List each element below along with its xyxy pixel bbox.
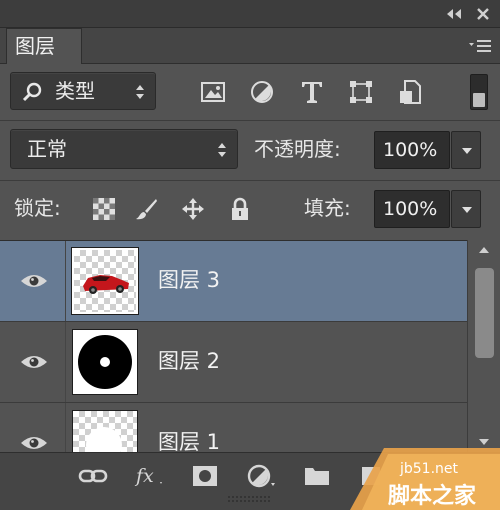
- visibility-cell[interactable]: [0, 241, 66, 321]
- layer-name[interactable]: 图层 3: [158, 265, 220, 295]
- up-down-arrows-icon: [136, 85, 144, 99]
- white-shape-thumbnail: [86, 427, 122, 452]
- watermark-url: jb51.net: [400, 461, 459, 477]
- svg-text:fx: fx: [134, 465, 154, 487]
- eye-icon[interactable]: [20, 434, 48, 452]
- divider: [0, 180, 500, 181]
- layer-row[interactable]: 图层 2: [0, 322, 467, 403]
- visibility-cell[interactable]: [0, 403, 66, 452]
- blend-mode-label: 正常: [27, 137, 67, 161]
- layer-filter-row: 类型: [0, 64, 500, 120]
- black-ring-thumbnail: [78, 335, 132, 389]
- fill-input[interactable]: 100%: [374, 190, 450, 228]
- adjustment-layer-icon[interactable]: [246, 463, 276, 489]
- collapse-panel-icon[interactable]: [444, 7, 464, 21]
- new-group-icon[interactable]: [302, 463, 332, 489]
- filter-toggle-switch[interactable]: [470, 74, 488, 110]
- filter-kind-label: 类型: [55, 79, 95, 103]
- adjustment-filter-icon[interactable]: [249, 79, 275, 105]
- filter-kind-select[interactable]: 类型: [10, 72, 156, 110]
- watermark-name: 脚本之家: [388, 484, 477, 509]
- opacity-dropdown-button[interactable]: [451, 131, 481, 169]
- toggle-knob: [473, 93, 485, 107]
- opacity-input[interactable]: 100%: [374, 131, 450, 169]
- scrollbar-thumb[interactable]: [475, 268, 494, 358]
- lock-all-icon[interactable]: [228, 197, 252, 221]
- layer-name[interactable]: 图层 1: [158, 427, 220, 452]
- opacity-label: 不透明度:: [254, 137, 341, 161]
- tab-layers[interactable]: 图层: [6, 28, 82, 64]
- eye-icon[interactable]: [20, 272, 48, 290]
- search-icon: [22, 82, 42, 102]
- shape-filter-icon[interactable]: [348, 79, 374, 105]
- panel-tab-row: 图层: [0, 28, 500, 64]
- type-filter-icon[interactable]: [299, 79, 325, 105]
- layer-thumbnail[interactable]: [71, 247, 139, 315]
- up-down-arrows-icon: [218, 143, 226, 157]
- panel-menu-icon[interactable]: [468, 38, 492, 54]
- fill-label: 填充:: [304, 196, 351, 220]
- lock-position-icon[interactable]: [181, 197, 205, 221]
- lock-image-pixels-icon[interactable]: [134, 197, 158, 221]
- image-filter-icon[interactable]: [200, 79, 226, 105]
- panel-title-bar: [0, 0, 500, 28]
- scroll-up-icon[interactable]: [478, 246, 490, 254]
- layer-row[interactable]: 图层 1: [0, 403, 467, 452]
- blend-mode-select[interactable]: 正常: [10, 129, 238, 169]
- layers-list: 图层 3 图层 2 图层 1: [0, 240, 467, 452]
- scroll-down-icon[interactable]: [478, 438, 490, 446]
- fill-dropdown-button[interactable]: [451, 190, 481, 228]
- red-car-thumbnail: [83, 275, 129, 294]
- close-panel-icon[interactable]: [476, 7, 490, 21]
- lock-transparent-pixels-icon[interactable]: [92, 197, 116, 221]
- add-mask-icon[interactable]: [190, 463, 220, 489]
- layer-thumbnail[interactable]: [72, 329, 138, 395]
- chevron-down-icon: [462, 148, 472, 154]
- layer-thumbnail[interactable]: [72, 410, 138, 452]
- layer-style-icon[interactable]: fx: [134, 463, 164, 489]
- layer-row[interactable]: 图层 3: [0, 241, 467, 322]
- layer-name[interactable]: 图层 2: [158, 346, 220, 376]
- smart-object-filter-icon[interactable]: [398, 79, 424, 105]
- resize-grip-icon[interactable]: [226, 495, 274, 503]
- layers-scrollbar[interactable]: [467, 240, 500, 452]
- link-layers-icon[interactable]: [78, 463, 108, 489]
- visibility-cell[interactable]: [0, 322, 66, 402]
- divider: [0, 120, 500, 121]
- lock-label: 锁定:: [14, 196, 61, 220]
- chevron-down-icon: [462, 207, 472, 213]
- eye-icon[interactable]: [20, 353, 48, 371]
